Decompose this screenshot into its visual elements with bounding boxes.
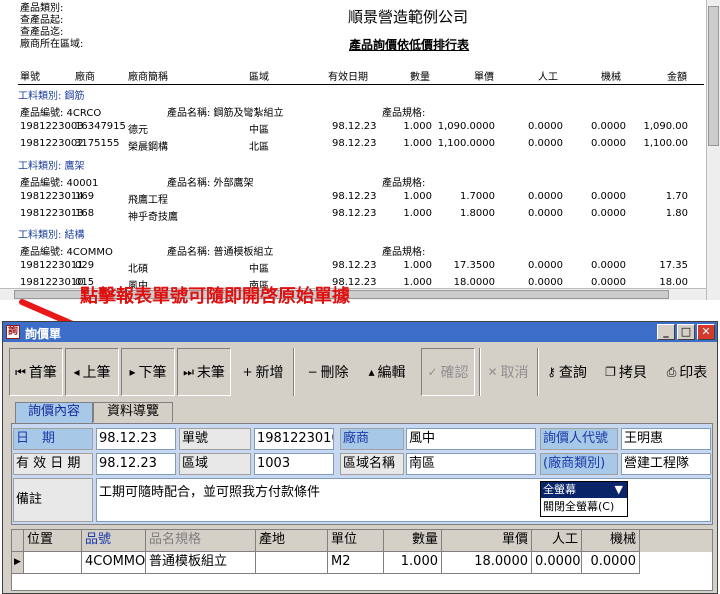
region-name-label: 區域名稱 xyxy=(340,453,404,475)
row-indicator-icon: ▶ xyxy=(12,552,24,574)
add-button[interactable]: + 新增 xyxy=(235,348,291,396)
toolbar-separator xyxy=(479,348,481,396)
cell-machine[interactable]: 0.0000 xyxy=(582,552,640,574)
cancel-button[interactable]: ✕ 取消 xyxy=(481,348,535,396)
cell-item-spec[interactable]: 普通模板組立 xyxy=(146,552,256,574)
grid-col-origin[interactable]: 產地 xyxy=(256,530,328,552)
copy-icon: ❐ xyxy=(605,365,616,379)
printer-button[interactable]: ⎙ 印表 xyxy=(659,348,715,396)
inquirer-field[interactable]: 王明惠 xyxy=(621,428,711,450)
region-label: 區域 xyxy=(179,453,251,475)
first-record-icon: ⏮ xyxy=(15,364,26,379)
app-icon: 詢 xyxy=(6,325,20,339)
tab-inquiry-content[interactable]: 詢價內容 xyxy=(15,402,93,423)
grid-col-labor[interactable]: 人工 xyxy=(532,530,582,552)
vendor-type-field[interactable]: 營建工程隊 xyxy=(621,453,711,475)
edit-button[interactable]: ▴ 編輯 xyxy=(359,348,415,396)
delete-icon: − xyxy=(307,365,318,379)
inquiry-form: 日 期 98.12.23 單號 1981223010 廠商 風中 詢價人代號 王… xyxy=(11,423,713,525)
close-button[interactable]: ✕ xyxy=(697,324,715,340)
cancel-icon: ✕ xyxy=(487,365,498,379)
printer-icon: ⎙ xyxy=(666,364,677,379)
last-record-button[interactable]: ⏭ 末筆 xyxy=(177,348,231,396)
window-title: 詢價單 xyxy=(25,327,62,341)
key-icon: ⚷ xyxy=(547,365,556,379)
valid-date-label: 有 效 日 期 xyxy=(13,453,93,475)
toolbar-label: 取消 xyxy=(500,365,529,381)
vendor-type-label: (廠商類別) xyxy=(540,453,618,475)
dropdown-selected[interactable]: 全螢幕 ▼ xyxy=(541,482,627,498)
remark-label: 備註 xyxy=(13,478,93,522)
add-icon: + xyxy=(242,365,253,379)
inquiry-window: 詢 詢價單 _ □ ✕ ⏮ 首筆 ◂ 上筆 ▸ 下筆 ⏭ 末筆 + 新增 − 刪除 ▴ 編輯 ✓ 確認 ✕ 取消 ⚷… xyxy=(2,321,718,594)
toolbar-label: 末筆 xyxy=(196,365,225,381)
confirm-button[interactable]: ✓ 確認 xyxy=(421,348,475,396)
grid-col-item-no[interactable]: 品號 xyxy=(82,530,146,552)
vendor-field[interactable]: 風中 xyxy=(406,428,536,450)
vendor-label: 廠商 xyxy=(340,428,404,450)
chevron-down-icon: ▼ xyxy=(614,483,623,496)
toolbar-label: 印表 xyxy=(679,365,708,381)
cell-origin[interactable] xyxy=(256,552,328,574)
grid-col-qty[interactable]: 數量 xyxy=(384,530,442,552)
toolbar-label: 查詢 xyxy=(558,365,587,381)
prev-record-icon: ◂ xyxy=(73,365,80,379)
detail-grid: 位置 品號 品名規格 產地 單位 數量 單價 人工 機械 ▶ 4COMMO 普通… xyxy=(11,529,713,591)
key-button[interactable]: ⚷ 查詢 xyxy=(541,348,593,396)
inquirer-label: 詢價人代號 xyxy=(540,428,618,450)
toolbar-label: 拷貝 xyxy=(618,365,647,381)
delete-button[interactable]: − 刪除 xyxy=(301,348,355,396)
toolbar-label: 下筆 xyxy=(138,365,167,381)
grid-col-machine[interactable]: 機械 xyxy=(582,530,640,552)
cell-labor[interactable]: 0.0000 xyxy=(532,552,582,574)
date-label: 日 期 xyxy=(13,428,93,450)
region-field[interactable]: 1003 xyxy=(254,453,334,475)
table-row[interactable]: ▶ 4COMMO 普通模板組立 M2 1.000 18.0000 0.0000 … xyxy=(12,552,712,574)
cell-price[interactable]: 18.0000 xyxy=(442,552,532,574)
tab-data-navigation[interactable]: 資料導覽 xyxy=(93,402,173,422)
toolbar: ⏮ 首筆 ◂ 上筆 ▸ 下筆 ⏭ 末筆 + 新增 − 刪除 ▴ 編輯 ✓ 確認 ✕ 取消 ⚷ 查詢 ❐ 拷貝 ⎙ 印表 xyxy=(3,344,717,400)
next-record-icon: ▸ xyxy=(129,365,136,379)
valid-date-field[interactable]: 98.12.23 xyxy=(96,453,176,475)
grid-col-unit[interactable]: 單位 xyxy=(328,530,384,552)
cell-position[interactable] xyxy=(24,552,82,574)
fullscreen-dropdown[interactable]: 全螢幕 ▼ 關閉全螢幕(C) xyxy=(540,481,628,517)
next-record-button[interactable]: ▸ 下筆 xyxy=(121,348,175,396)
doc-no-label: 單號 xyxy=(179,428,251,450)
grid-col-position[interactable]: 位置 xyxy=(24,530,82,552)
confirm-icon: ✓ xyxy=(427,365,438,379)
toolbar-label: 刪除 xyxy=(320,365,349,381)
grid-corner xyxy=(12,530,24,552)
cell-unit[interactable]: M2 xyxy=(328,552,384,574)
toolbar-label: 編輯 xyxy=(377,365,406,381)
minimize-button[interactable]: _ xyxy=(657,324,675,340)
last-record-icon: ⏭ xyxy=(183,364,194,379)
toolbar-separator xyxy=(537,348,539,396)
dropdown-option-close-fullscreen[interactable]: 關閉全螢幕(C) xyxy=(541,498,627,516)
toolbar-label: 上筆 xyxy=(82,365,111,381)
toolbar-separator xyxy=(293,348,295,396)
toolbar-label: 首筆 xyxy=(28,365,57,381)
window-title-bar[interactable]: 詢 詢價單 _ □ ✕ xyxy=(3,322,717,342)
grid-header: 位置 品號 品名規格 產地 單位 數量 單價 人工 機械 xyxy=(12,530,712,552)
doc-no-field[interactable]: 1981223010 xyxy=(254,428,334,450)
copy-button[interactable]: ❐ 拷貝 xyxy=(599,348,653,396)
grid-col-price[interactable]: 單價 xyxy=(442,530,532,552)
edit-icon: ▴ xyxy=(368,365,375,379)
cell-item-no[interactable]: 4COMMO xyxy=(82,552,146,574)
maximize-button[interactable]: □ xyxy=(677,324,695,340)
date-field[interactable]: 98.12.23 xyxy=(96,428,176,450)
grid-col-item-spec[interactable]: 品名規格 xyxy=(146,530,256,552)
first-record-button[interactable]: ⏮ 首筆 xyxy=(9,348,63,396)
toolbar-label: 確認 xyxy=(440,365,469,381)
cell-qty[interactable]: 1.000 xyxy=(384,552,442,574)
region-name-field[interactable]: 南區 xyxy=(406,453,536,475)
toolbar-label: 新增 xyxy=(255,365,284,381)
prev-record-button[interactable]: ◂ 上筆 xyxy=(65,348,119,396)
